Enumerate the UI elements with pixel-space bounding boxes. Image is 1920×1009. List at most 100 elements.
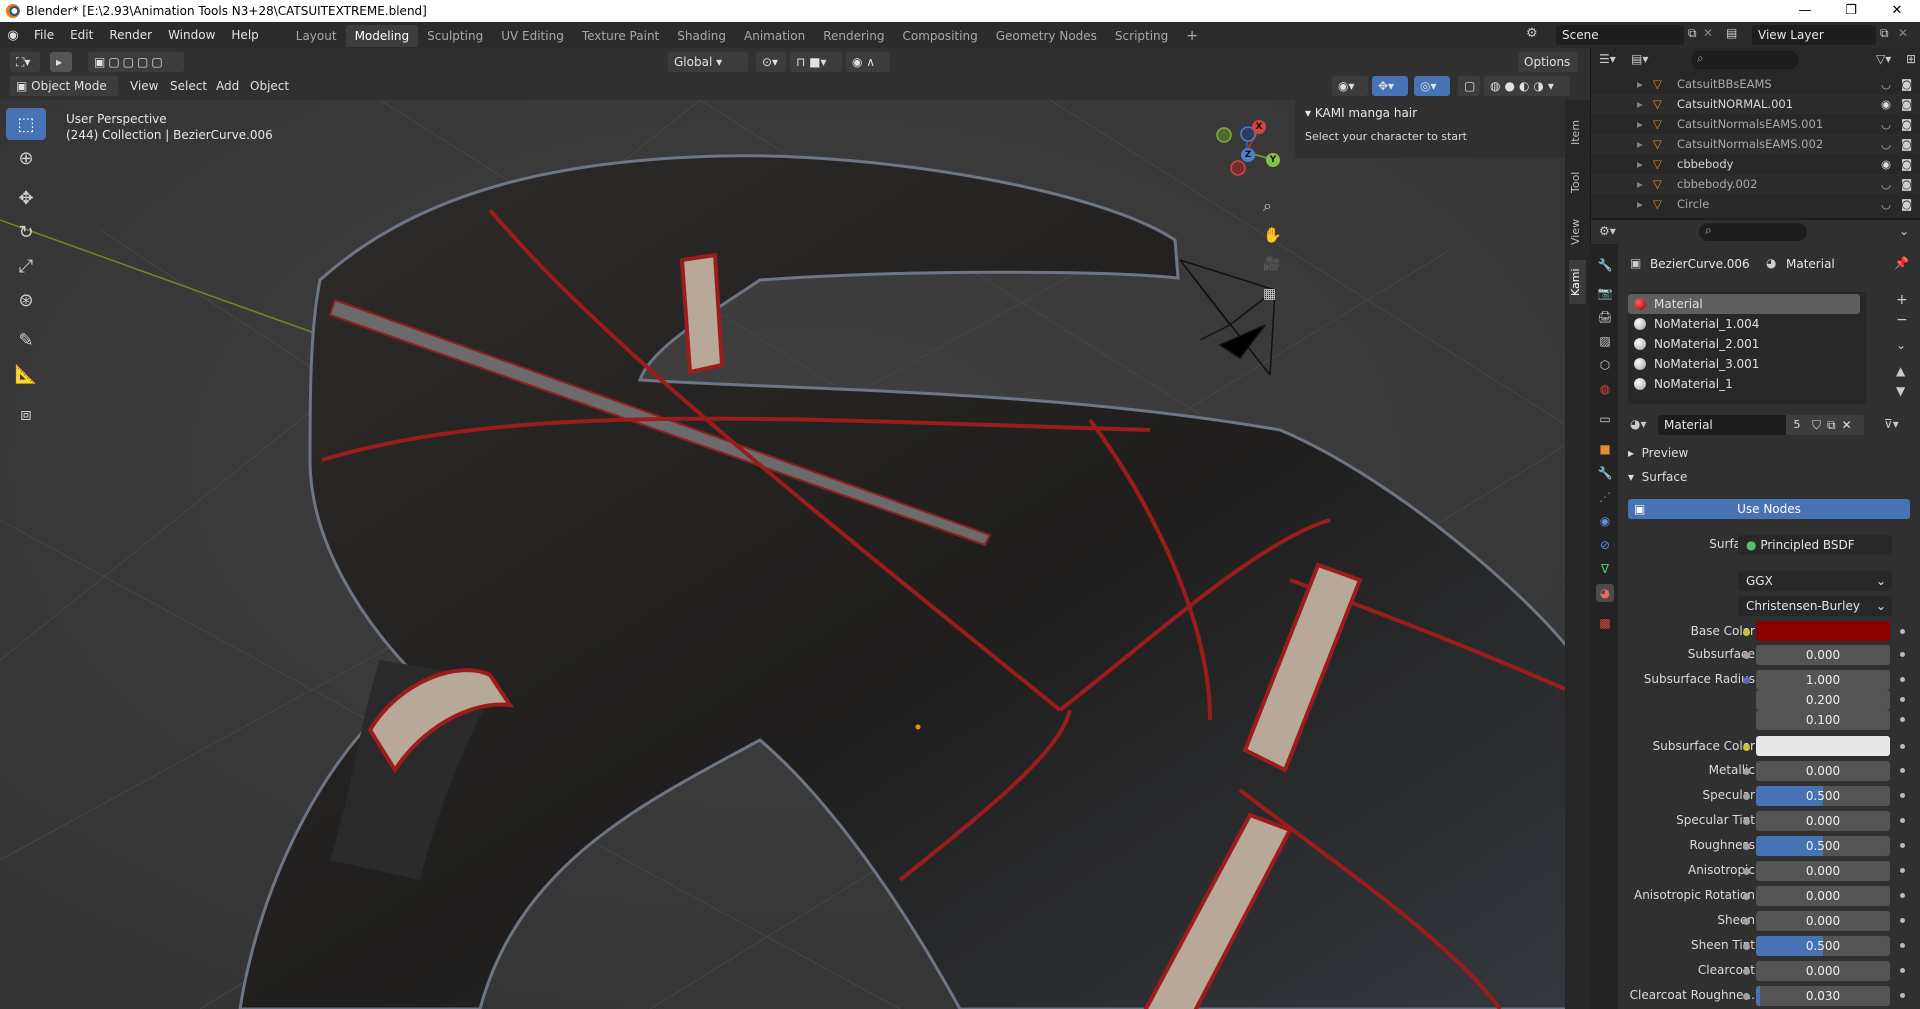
texture-props-icon[interactable]: ▩ [1596,614,1614,632]
delete-view-layer-icon[interactable]: ✕ [1898,26,1908,40]
gizmo-y-label[interactable]: Y [1266,153,1280,167]
proportional-edit-icon[interactable]: ◉ ∧ [846,52,890,72]
socket-dot[interactable] [1743,893,1750,900]
transform-tool-icon[interactable]: ⊛ [6,284,46,316]
material-slot[interactable]: NoMaterial_3.001 [1628,354,1860,374]
add-workspace-button[interactable]: + [1177,25,1207,47]
outliner-row[interactable]: ▸ ▽ CatsuitNormalsEAMS.002 ◡ ◙ [1591,134,1920,154]
add-cube-tool-icon[interactable]: ⧈ [6,398,46,430]
menu-select[interactable]: Select [164,76,213,96]
pin-icon[interactable]: 📌 [1894,256,1909,270]
keyframe-dot[interactable] [1900,893,1905,898]
value-slider[interactable]: 0.500 [1756,836,1890,856]
material-slot[interactable]: NoMaterial_2.001 [1628,334,1860,354]
camera-view-icon[interactable]: 🎥 [1263,256,1280,272]
material-slot[interactable]: NoMaterial_1.004 [1628,314,1860,334]
keyframe-dot[interactable] [1900,652,1905,657]
menu-help[interactable]: Help [223,22,266,48]
node-link-icon[interactable]: ⊽▾ [1884,417,1899,431]
socket-dot[interactable] [1743,793,1750,800]
socket-dot[interactable] [1743,993,1750,1000]
tab-kami[interactable]: Kami [1569,260,1586,304]
value-slider[interactable]: 0.500 [1756,786,1890,806]
keyframe-dot[interactable] [1900,697,1905,702]
value-slider[interactable]: 0.000 [1756,645,1890,665]
value-slider[interactable]: 0.000 [1756,911,1890,931]
properties-options-icon[interactable]: ⌄ [1899,224,1909,238]
collection-props-icon[interactable]: ▭ [1596,410,1614,428]
transform-orientation-dropdown[interactable]: Global ▾ [668,52,748,72]
outliner-search-input[interactable]: ⌕ [1691,51,1799,69]
pivot-point-icon[interactable]: ⊙▾ [756,52,786,72]
socket-dot[interactable] [1743,868,1750,875]
keyframe-dot[interactable] [1900,943,1905,948]
gizmo-toggle-icon[interactable]: ✥▾ [1372,76,1408,96]
socket-dot[interactable] [1743,943,1750,950]
minimize-button[interactable]: — [1782,0,1828,22]
keyframe-dot[interactable] [1900,993,1905,998]
editor-type-icon[interactable]: ⛶▾ [10,52,40,72]
menu-edit[interactable]: Edit [62,22,101,48]
constraints-props-icon[interactable]: ⊘ [1596,536,1614,554]
value-slider[interactable]: 1.000 [1756,670,1890,690]
keyframe-dot[interactable] [1900,843,1905,848]
close-button[interactable]: ✕ [1874,0,1920,22]
value-slider[interactable]: 0.000 [1756,886,1890,906]
move-tool-icon[interactable]: ✥ [6,182,46,214]
tab-layout[interactable]: Layout [287,25,346,47]
material-props-icon[interactable]: ◕ [1596,584,1614,602]
keyframe-dot[interactable] [1900,768,1905,773]
slot-specials-icon[interactable]: ⌄ [1896,338,1906,352]
material-name-field[interactable]: Material [1658,415,1786,435]
scene-props-icon[interactable]: ⬡ [1596,356,1614,374]
tab-animation[interactable]: Animation [735,25,814,47]
3d-viewport[interactable]: User Perspective (244) Collection | Bezi… [0,100,1590,1009]
keyframe-dot[interactable] [1900,744,1905,749]
menu-view[interactable]: View [124,76,164,96]
select-box-tool-icon[interactable]: ⬚ [6,108,46,140]
material-users-count[interactable]: 5 [1786,415,1808,435]
move-slot-up-icon[interactable]: ▲ [1896,364,1905,378]
tab-scripting[interactable]: Scripting [1106,25,1177,47]
socket-dot[interactable] [1743,968,1750,975]
value-slider[interactable]: 0.000 [1756,861,1890,881]
measure-tool-icon[interactable]: 📐 [6,358,46,390]
outliner-row[interactable]: ▸ ▽ CatsuitNORMAL.001 ◉ ◙ [1591,94,1920,114]
tab-modeling[interactable]: Modeling [345,25,419,47]
zoom-icon[interactable]: ⌕ [1263,196,1272,216]
add-slot-icon[interactable]: + [1896,292,1908,308]
outliner-row[interactable]: ▸ ▽ CatsuitBBsEAMS ◡ ◙ [1591,74,1920,94]
preview-panel-header[interactable]: ▸ Preview [1628,446,1688,460]
navigation-gizmo[interactable]: X Y Z [1208,120,1280,192]
view-layer-field[interactable]: View Layer [1752,25,1876,45]
keyframe-dot[interactable] [1900,918,1905,923]
select-mode-icon[interactable]: ▸ [50,52,72,72]
outliner-row[interactable]: ▸ ▽ CatsuitNormalsEAMS.001 ◡ ◙ [1591,114,1920,134]
menu-window[interactable]: Window [160,22,223,48]
socket-dot[interactable] [1743,768,1750,775]
socket-dot[interactable] [1743,629,1750,636]
ortho-grid-icon[interactable]: ▦ [1263,286,1276,302]
new-view-layer-icon[interactable]: ⧉ [1880,26,1889,41]
tab-geometry-nodes[interactable]: Geometry Nodes [987,25,1106,47]
delete-scene-icon[interactable]: ✕ [1703,26,1713,40]
properties-search-input[interactable]: ⌕ [1699,223,1807,241]
material-actions[interactable]: ⛉⧉✕ [1808,415,1864,435]
particles-props-icon[interactable]: ⋰ [1596,488,1614,506]
socket-dot[interactable] [1743,918,1750,925]
snap-icon[interactable]: ⊓ ■▾ [790,52,842,72]
blender-menu-icon[interactable]: ◉ [0,28,26,43]
outliner-row[interactable]: ▸ ▽ Circle ◡ ◙ [1591,194,1920,214]
move-slot-down-icon[interactable]: ▼ [1896,384,1905,398]
remove-slot-icon[interactable]: − [1896,312,1908,328]
filter-icon[interactable]: ▽▾ [1876,52,1891,66]
object-props-icon[interactable]: ■ [1596,440,1614,458]
tab-compositing[interactable]: Compositing [893,25,986,47]
value-slider[interactable]: 0.200 [1756,690,1890,710]
menu-file[interactable]: File [26,22,62,48]
outliner-row[interactable]: ▸ ▽ cbbebody ◉ ◙ [1591,154,1920,174]
value-slider[interactable]: 0.000 [1756,761,1890,781]
socket-dot[interactable] [1743,843,1750,850]
maximize-button[interactable]: ❐ [1828,0,1874,22]
modifier-props-icon[interactable]: 🔧 [1596,464,1614,482]
